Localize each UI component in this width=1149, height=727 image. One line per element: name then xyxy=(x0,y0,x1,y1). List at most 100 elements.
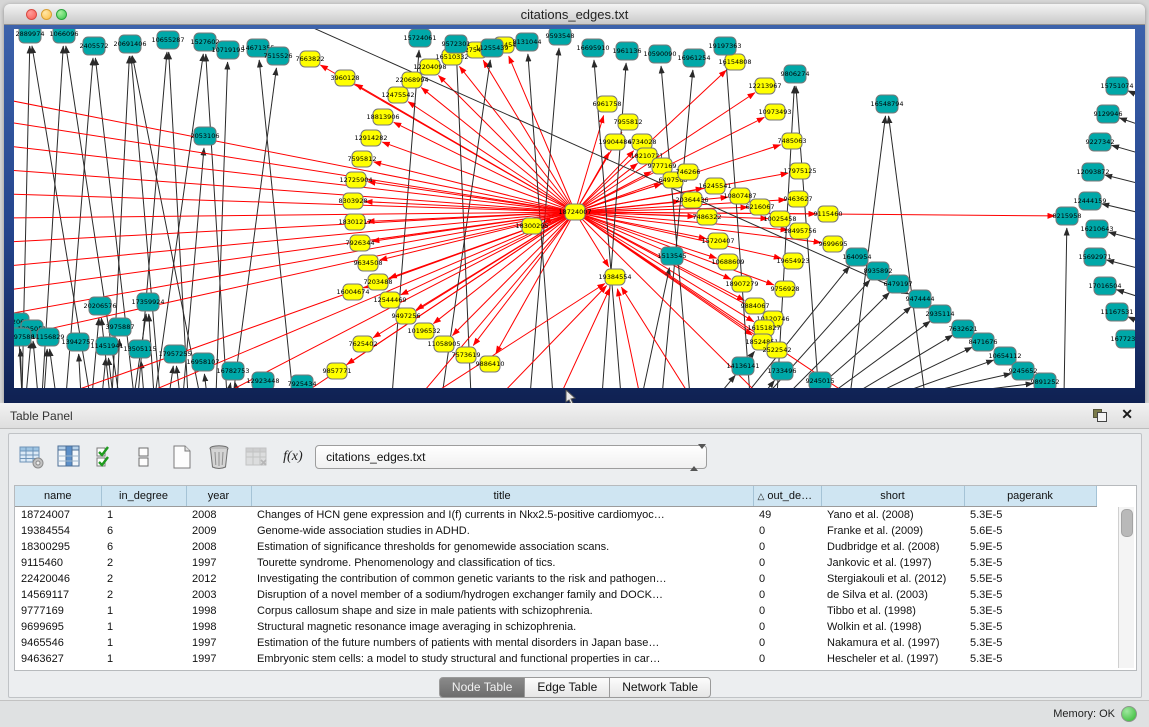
network-node[interactable]: 7663822 xyxy=(296,51,325,67)
new-column-button[interactable] xyxy=(169,444,195,470)
network-node[interactable]: 9572301 xyxy=(442,35,471,53)
memory-status-indicator[interactable] xyxy=(1121,706,1137,722)
citation-edge-red[interactable] xyxy=(621,287,690,388)
citation-edge-black[interactable] xyxy=(828,321,930,388)
network-node[interactable]: 11058905 xyxy=(427,336,460,352)
network-node[interactable]: 19654923 xyxy=(776,253,809,269)
citation-edge-red[interactable] xyxy=(575,163,638,212)
citation-edge-black[interactable] xyxy=(26,341,31,388)
network-node[interactable]: 2935114 xyxy=(926,305,955,323)
vertical-scrollbar[interactable] xyxy=(1118,507,1134,668)
network-node[interactable]: 10590090 xyxy=(643,45,676,63)
network-node[interactable]: 9699695 xyxy=(819,236,848,252)
citation-edge-black[interactable] xyxy=(169,366,173,388)
show-columns-button[interactable] xyxy=(56,444,82,470)
citation-edge-red[interactable] xyxy=(617,289,640,388)
citation-edge-black[interactable] xyxy=(216,62,228,388)
network-node[interactable]: 1066096 xyxy=(50,29,79,43)
network-node[interactable]: 16782753 xyxy=(216,362,249,380)
column-header-pagerank[interactable]: pagerank xyxy=(964,486,1096,507)
function-builder-button[interactable]: f(x) xyxy=(283,449,302,465)
tab-edge-table[interactable]: Edge Table xyxy=(525,677,610,698)
network-node[interactable]: 16695910 xyxy=(576,39,609,57)
network-node[interactable]: 6479197 xyxy=(884,275,913,293)
citation-edge-black[interactable] xyxy=(33,341,38,388)
float-panel-icon[interactable] xyxy=(1093,409,1107,422)
network-node[interactable]: 8471676 xyxy=(969,333,998,351)
network-node[interactable]: 16004674 xyxy=(336,284,369,300)
network-node[interactable]: 12914282 xyxy=(354,130,387,146)
network-node[interactable]: 16548794 xyxy=(870,95,903,113)
network-node[interactable]: 9634508 xyxy=(354,255,383,271)
network-node[interactable]: 8303928 xyxy=(339,193,368,209)
citation-edge-red[interactable] xyxy=(509,56,575,212)
network-node[interactable]: 16772357 xyxy=(1110,330,1135,348)
network-node[interactable]: 17016504 xyxy=(1088,277,1121,295)
network-node[interactable]: 9857771 xyxy=(323,363,352,379)
network-node[interactable]: 7625402 xyxy=(349,336,378,352)
network-node[interactable]: 2889974 xyxy=(16,29,45,43)
network-node[interactable]: 14136141 xyxy=(726,357,759,375)
network-node[interactable]: 11167531 xyxy=(1100,303,1133,321)
table-row[interactable]: 1872400712008Changes of HCN gene express… xyxy=(15,507,1096,524)
network-node[interactable]: 1513545 xyxy=(658,247,687,265)
citation-edge-red[interactable] xyxy=(560,288,610,388)
citation-edge-black[interactable] xyxy=(1128,91,1135,100)
network-node[interactable]: 9474444 xyxy=(906,290,935,308)
tab-node-table[interactable]: Node Table xyxy=(439,677,526,698)
table-row[interactable]: 911546021997Tourette syndrome. Phenomeno… xyxy=(15,555,1096,571)
select-all-button[interactable] xyxy=(94,444,120,470)
table-row[interactable]: 1938455462009Genome-wide association stu… xyxy=(15,523,1096,539)
network-node[interactable]: 20691406 xyxy=(113,35,146,53)
network-node[interactable]: 8215958 xyxy=(1053,207,1082,225)
network-node[interactable]: 10196532 xyxy=(407,323,440,339)
network-node[interactable]: 10655287 xyxy=(151,31,184,49)
column-header-title[interactable]: title xyxy=(251,486,753,507)
checkbox-list-button[interactable] xyxy=(131,444,157,470)
citation-edge-black[interactable] xyxy=(1112,145,1135,156)
network-node[interactable]: 16210643 xyxy=(1080,220,1113,238)
column-header-in_degree[interactable]: in_degree xyxy=(101,486,186,507)
table-mode-button[interactable] xyxy=(19,444,45,470)
network-node[interactable]: 9115460 xyxy=(814,206,843,222)
citation-edge-black[interactable] xyxy=(176,366,180,388)
network-node[interactable]: 3960128 xyxy=(331,70,360,86)
scrollbar-thumb[interactable] xyxy=(1121,509,1133,537)
citation-edge-red[interactable] xyxy=(14,212,575,338)
citation-edge-black[interactable] xyxy=(762,380,775,388)
citation-edge-black[interactable] xyxy=(1109,232,1135,243)
network-node[interactable]: 2405572 xyxy=(80,37,109,55)
citation-edge-black[interactable] xyxy=(1102,204,1135,215)
network-node[interactable]: 9227342 xyxy=(1086,133,1115,151)
citation-edge-black[interactable] xyxy=(131,56,160,388)
network-node[interactable]: 17359924 xyxy=(131,293,164,311)
network-node[interactable]: 2053106 xyxy=(191,127,220,145)
citation-edge-black[interactable] xyxy=(102,358,106,388)
network-node[interactable]: 16961254 xyxy=(677,49,710,67)
network-node[interactable]: 9245015 xyxy=(806,372,835,388)
network-node[interactable]: 9891252 xyxy=(1031,373,1060,388)
citation-edge-black[interactable] xyxy=(204,374,207,388)
network-node[interactable]: 9593548 xyxy=(546,29,575,45)
network-node[interactable]: 9806274 xyxy=(781,65,810,83)
network-node[interactable]: 12475542 xyxy=(381,87,414,103)
network-node[interactable]: 12213967 xyxy=(748,78,781,94)
citation-edge-red[interactable] xyxy=(459,66,575,212)
network-node[interactable]: 16154808 xyxy=(718,54,751,70)
citation-edge-black[interactable] xyxy=(642,268,669,388)
citation-edge-black[interactable] xyxy=(911,374,1011,388)
citation-edge-black[interactable] xyxy=(228,383,231,388)
citation-edge-black[interactable] xyxy=(786,292,890,388)
citation-edge-black[interactable] xyxy=(1105,175,1135,186)
close-panel-icon[interactable]: ✕ xyxy=(1121,406,1133,423)
table-row[interactable]: 1830029562008Estimation of significance … xyxy=(15,539,1096,555)
network-node[interactable]: 3975887 xyxy=(106,318,135,336)
network-node[interactable]: 17975125 xyxy=(783,163,816,179)
network-node[interactable]: 7595812 xyxy=(348,151,377,167)
window-titlebar[interactable]: citations_edges.txt xyxy=(4,4,1145,25)
network-node[interactable]: 1640954 xyxy=(843,248,872,266)
citation-edge-red[interactable] xyxy=(14,194,575,212)
network-node[interactable]: 7925434 xyxy=(288,375,317,388)
table-row[interactable]: 1456911722003Disruption of a novel membe… xyxy=(15,587,1096,603)
citation-edge-black[interactable] xyxy=(20,349,22,388)
